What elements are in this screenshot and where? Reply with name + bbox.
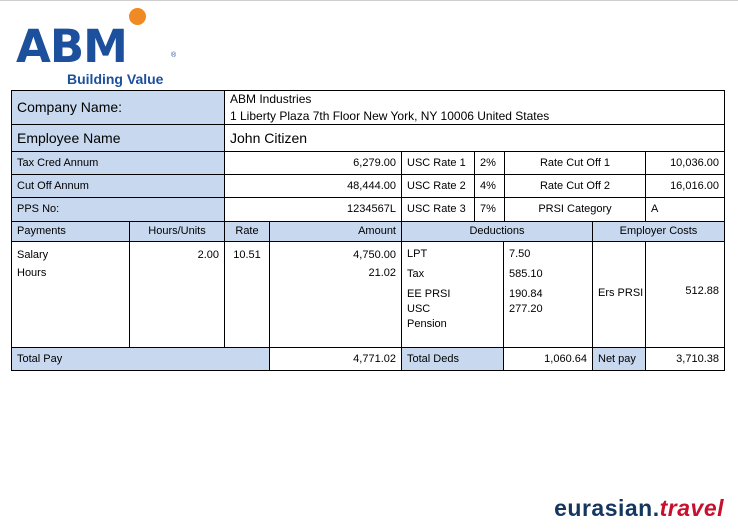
- payment-name-salary: Salary: [17, 249, 49, 261]
- payment-name-hours: Hours: [17, 267, 47, 279]
- pps-label: PPS No:: [11, 197, 225, 222]
- total-pay-value: 4,771.02: [269, 347, 402, 371]
- payment-amount-hours: 21.02: [368, 267, 396, 279]
- payment-amount-salary: 4,750.00: [353, 249, 396, 261]
- usc-rate-1-value: 2%: [474, 151, 505, 175]
- brand-main-text: eurasian.: [554, 495, 660, 521]
- payslip-table: Company Name: ABM Industries 1 Liberty P…: [0, 0, 738, 531]
- company-details: ABM Industries 1 Liberty Plaza 7th Floor…: [224, 90, 725, 125]
- deductions-values-column: 7.50 585.10 190.84 277.20: [503, 241, 593, 348]
- employer-ers-prsi-label: Ers PRSI: [598, 287, 644, 299]
- employee-name: John Citizen: [224, 124, 725, 152]
- total-deds-value: 1,060.64: [503, 347, 593, 371]
- employer-ers-prsi-value: 512.88: [685, 285, 719, 297]
- deduction-value-ee-prsi: 190.84: [509, 288, 543, 300]
- employer-costs-value-column: 512.88: [645, 241, 725, 348]
- deduction-label-pension: Pension: [407, 318, 447, 330]
- deduction-label-lpt: LPT: [407, 248, 428, 260]
- deduction-value-lpt: 7.50: [509, 248, 531, 260]
- deduction-label-tax: Tax: [407, 268, 425, 280]
- header-employer-costs: Employer Costs: [592, 221, 725, 242]
- deduction-label-ee-prsi: EE PRSI: [407, 288, 451, 300]
- rate-cut-off-2-label: Rate Cut Off 2: [504, 174, 646, 198]
- total-deds-label: Total Deds: [401, 347, 504, 371]
- cut-off-annum-label: Cut Off Annum: [11, 174, 225, 198]
- deduction-value-usc: 277.20: [509, 303, 543, 315]
- deduction-value-tax: 585.10: [509, 268, 543, 280]
- payments-hours-column: 2.00: [129, 241, 225, 348]
- employee-name-label: Employee Name: [11, 124, 225, 152]
- pps-value: 1234567L: [224, 197, 402, 222]
- header-deductions: Deductions: [401, 221, 593, 242]
- net-pay-label: Net pay: [592, 347, 646, 371]
- brand-accent-text: travel: [659, 495, 724, 521]
- usc-rate-3-label: USC Rate 3: [401, 197, 475, 222]
- header-rate: Rate: [224, 221, 270, 242]
- cut-off-annum-value: 48,444.00: [224, 174, 402, 198]
- usc-rate-2-label: USC Rate 2: [401, 174, 475, 198]
- company-address: 1 Liberty Plaza 7th Floor New York, NY 1…: [230, 108, 550, 123]
- net-pay-value: 3,710.38: [645, 347, 725, 371]
- prsi-category-label: PRSI Category: [504, 197, 646, 222]
- rate-cut-off-1-value: 10,036.00: [645, 151, 725, 175]
- payments-rate-column: 10.51: [224, 241, 270, 348]
- employer-costs-label-column: Ers PRSI: [592, 241, 646, 348]
- rate-cut-off-1-label: Rate Cut Off 1: [504, 151, 646, 175]
- usc-rate-3-value: 7%: [474, 197, 505, 222]
- prsi-category-value: A: [645, 197, 725, 222]
- usc-rate-2-value: 4%: [474, 174, 505, 198]
- header-payments: Payments: [11, 221, 130, 242]
- rate-cut-off-2-value: 16,016.00: [645, 174, 725, 198]
- tax-cred-label: Tax Cred Annum: [11, 151, 225, 175]
- header-hours-units: Hours/Units: [129, 221, 225, 242]
- company-name: ABM Industries: [230, 91, 312, 106]
- payments-amount-column: 4,750.00 21.02: [269, 241, 402, 348]
- total-pay-label: Total Pay: [11, 347, 270, 371]
- eurasian-travel-watermark: eurasian.travel: [554, 495, 724, 522]
- payments-names-column: Salary Hours: [11, 241, 130, 348]
- payment-rate-hours: 10.51: [233, 249, 261, 261]
- deductions-labels-column: LPT Tax EE PRSI USC Pension: [401, 241, 504, 348]
- company-name-label: Company Name:: [11, 90, 225, 125]
- usc-rate-1-label: USC Rate 1: [401, 151, 475, 175]
- header-amount: Amount: [269, 221, 402, 242]
- payment-hours-hours: 2.00: [197, 249, 219, 261]
- deduction-label-usc: USC: [407, 303, 431, 315]
- tax-cred-value: 6,279.00: [224, 151, 402, 175]
